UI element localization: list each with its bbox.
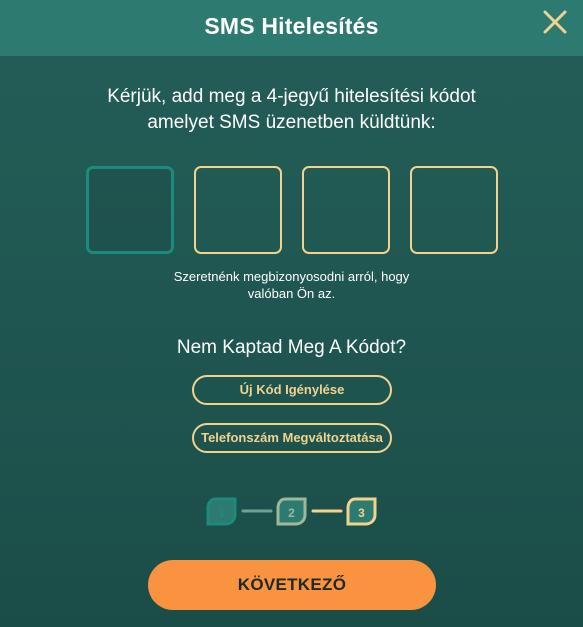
modal-header: SMS Hitelesítés [0, 0, 583, 56]
code-digit-2-input[interactable] [194, 166, 282, 254]
modal-title: SMS Hitelesítés [204, 13, 379, 39]
step-1-leaf-icon: 1 [206, 497, 237, 526]
resend-question: Nem Kaptad Meg A Kódot? [176, 337, 407, 358]
instruction-line-2: amelyet SMS üzenetben küldtünk: [147, 112, 436, 133]
step-3-leaf-icon: 3 [346, 497, 377, 526]
code-digit-1-input[interactable] [86, 166, 174, 254]
step-2-label: 2 [288, 506, 295, 520]
step-1-label: 1 [218, 506, 225, 520]
close-button[interactable] [541, 8, 569, 36]
hint-line-2: valóban Ön az. [247, 286, 336, 301]
step-progress-indicator: 1 2 3 [206, 497, 377, 526]
verification-hint: Szeretnénk megbizonyosodni arról, hogy v… [0, 268, 583, 302]
sms-verification-modal: SMS Hitelesítés Kérjük, add meg a 4-jegy… [0, 0, 583, 627]
code-digit-3-input[interactable] [302, 166, 390, 254]
next-button[interactable]: KÖVETKEZŐ [148, 560, 436, 610]
code-digit-4-input[interactable] [410, 166, 498, 254]
request-new-code-button[interactable]: Új Kód Igénylése [192, 375, 392, 405]
step-3-label: 3 [358, 506, 365, 520]
step-2-leaf-icon: 2 [276, 497, 307, 526]
instruction-line-1: Kérjük, add meg a 4-jegyű hitelesítési k… [107, 86, 476, 107]
change-phone-number-button[interactable]: Telefonszám Megváltoztatása [192, 423, 392, 453]
hint-line-1: Szeretnénk megbizonyosodni arról, hogy [173, 269, 410, 284]
instruction-text: Kérjük, add meg a 4-jegyű hitelesítési k… [0, 84, 583, 136]
close-icon [543, 10, 567, 34]
